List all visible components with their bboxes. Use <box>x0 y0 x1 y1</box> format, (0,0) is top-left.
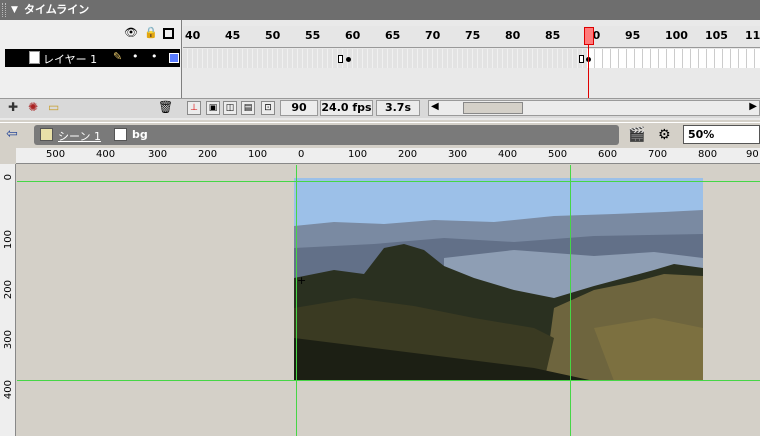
ruler-label: 400 <box>96 149 116 160</box>
frame-label: 80 <box>505 29 521 42</box>
scroll-left-icon[interactable]: ◀ <box>431 101 439 112</box>
ruler-label: 0 <box>298 149 305 160</box>
trash-icon[interactable]: 🗑 <box>158 100 173 114</box>
guide-line-left[interactable] <box>296 165 297 436</box>
frame-label: 75 <box>465 29 481 42</box>
frame-label: 55 <box>305 29 321 42</box>
timeline-title: タイムライン <box>24 3 90 16</box>
edit-scene-icon[interactable]: 🎬 <box>628 127 645 143</box>
keyframe-end-marker[interactable] <box>338 55 343 63</box>
empty-frames <box>587 49 760 68</box>
horizontal-ruler: 500 400 300 200 100 0 100 200 300 400 50… <box>16 148 760 164</box>
timeline-scrollbar[interactable]: ◀ ▶ <box>428 100 760 116</box>
frame-label: 70 <box>425 29 441 42</box>
symbol-link[interactable]: bg <box>132 128 148 141</box>
timeline-panel-header[interactable]: ▼ タイムライン <box>0 0 760 20</box>
layer-color-swatch[interactable] <box>169 53 179 63</box>
ruler-label: 90 <box>746 149 759 160</box>
frame-label: 95 <box>625 29 641 42</box>
pencil-icon: ✎ <box>113 50 123 63</box>
ruler-label: 300 <box>448 149 468 160</box>
bg-image[interactable] <box>294 178 703 381</box>
ruler-label: 0 <box>3 174 14 181</box>
ruler-label: 400 <box>498 149 518 160</box>
lock-icon[interactable]: 🔒 <box>144 26 158 39</box>
current-frame-field: 90 <box>280 100 318 116</box>
playhead[interactable] <box>584 27 594 45</box>
ruler-label: 500 <box>548 149 568 160</box>
vertical-ruler: 0 100 200 300 400 <box>0 164 16 436</box>
guide-line-center[interactable] <box>570 165 571 436</box>
ruler-label: 200 <box>398 149 418 160</box>
scroll-thumb[interactable] <box>463 102 523 114</box>
landscape-picture <box>294 178 703 381</box>
frame-label: 40 <box>185 29 201 42</box>
center-frame-icon[interactable]: ⊥ <box>187 101 201 115</box>
elapsed-time-field: 3.7s <box>376 100 420 116</box>
frame-ruler[interactable]: 40 45 50 55 60 65 70 75 80 85 90 95 100 … <box>183 26 760 48</box>
add-layer-icon[interactable]: ✚ <box>8 100 18 114</box>
layer-name: レイヤー 1 <box>43 53 98 66</box>
ruler-label: 300 <box>3 330 14 350</box>
ruler-label: 800 <box>698 149 718 160</box>
scene-link[interactable]: シーン 1 <box>58 128 101 144</box>
frame-label: 45 <box>225 29 241 42</box>
ruler-label: 100 <box>348 149 368 160</box>
ruler-label: 200 <box>3 280 14 300</box>
zoom-field[interactable]: 50% <box>683 125 760 144</box>
layer-icon <box>29 51 40 64</box>
playhead-line <box>588 45 589 98</box>
keyframe-end-marker[interactable] <box>579 55 584 63</box>
eye-icon[interactable]: 👁 <box>124 26 138 39</box>
frame-track[interactable] <box>183 49 760 68</box>
guide-line-top[interactable] <box>17 181 760 182</box>
lock-dot[interactable]: • <box>151 50 158 63</box>
frame-label: 65 <box>385 29 401 42</box>
frame-label: 110 <box>745 29 760 42</box>
frame-rate-field[interactable]: 24.0 fps <box>320 100 373 116</box>
ruler-label: 300 <box>148 149 168 160</box>
ruler-label: 500 <box>46 149 66 160</box>
edit-multiple-frames-icon[interactable]: ▤ <box>241 101 255 115</box>
outline-icon[interactable] <box>163 28 174 39</box>
panel-grip[interactable] <box>2 3 6 17</box>
frame-label: 85 <box>545 29 561 42</box>
onion-skin-icon[interactable]: ▣ <box>206 101 220 115</box>
ruler-label: 400 <box>3 380 14 400</box>
ruler-label: 200 <box>198 149 218 160</box>
insert-folder-icon[interactable]: ▭ <box>48 100 59 114</box>
breadcrumb: シーン 1 bg <box>34 125 619 145</box>
ruler-label: 600 <box>598 149 618 160</box>
ruler-label: 100 <box>248 149 268 160</box>
filled-frames <box>183 49 587 68</box>
collapse-arrow-icon[interactable]: ▼ <box>11 0 18 20</box>
guide-line-bottom[interactable] <box>17 380 760 381</box>
frame-label: 100 <box>665 29 688 42</box>
ruler-label: 700 <box>648 149 668 160</box>
scroll-right-icon[interactable]: ▶ <box>749 101 757 112</box>
frame-label: 50 <box>265 29 281 42</box>
symbol-icon <box>114 128 127 141</box>
edit-symbol-icon[interactable]: ⚙ <box>658 127 671 143</box>
scene-icon <box>40 128 53 141</box>
back-arrow-icon[interactable]: ⇦ <box>6 126 18 142</box>
modify-onion-markers-icon[interactable]: ⊡ <box>261 101 275 115</box>
keyframe-dot[interactable] <box>346 57 351 62</box>
add-motion-guide-icon[interactable]: ✺ <box>28 100 38 114</box>
frame-label: 60 <box>345 29 361 42</box>
layer-row[interactable]: レイヤー 1 ✎ • • <box>5 49 180 67</box>
visibility-dot[interactable]: • <box>132 50 139 63</box>
onion-outline-icon[interactable]: ◫ <box>223 101 237 115</box>
frame-label: 105 <box>705 29 728 42</box>
ruler-label: 100 <box>3 230 14 250</box>
registration-crosshair-icon: + <box>297 274 307 287</box>
